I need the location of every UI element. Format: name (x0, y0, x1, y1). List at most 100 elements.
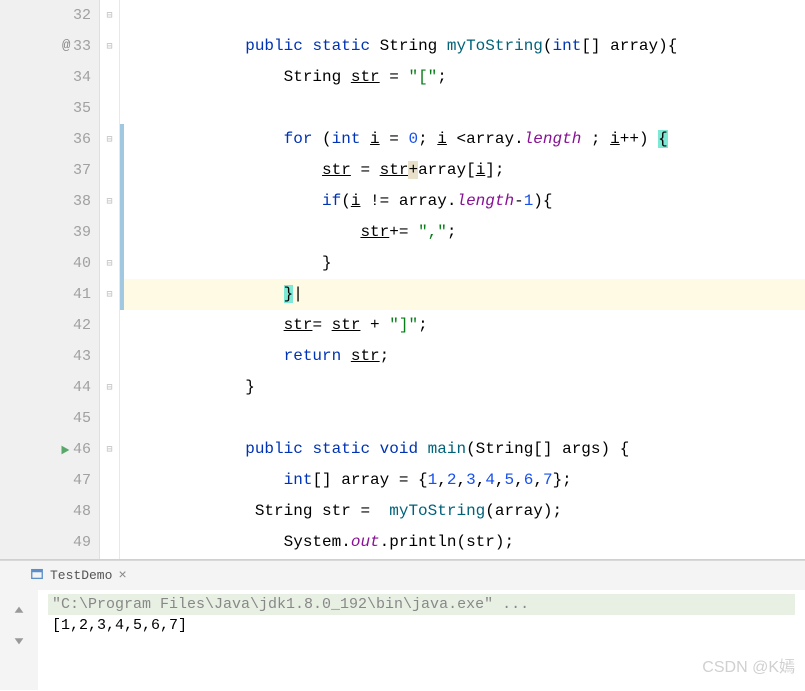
fold-handle[interactable]: ⊟ (100, 31, 119, 62)
code-token: main (428, 440, 466, 458)
code-line[interactable] (120, 403, 805, 434)
fold-handle[interactable] (100, 155, 119, 186)
line-number[interactable]: 49 (0, 527, 91, 558)
code-token: ; (380, 347, 390, 365)
code-token: public (245, 37, 312, 55)
line-number[interactable]: 40 (0, 248, 91, 279)
fold-column[interactable]: ⊟⊟⊟⊟⊟⊟⊟⊟ (100, 0, 120, 559)
fold-handle[interactable] (100, 62, 119, 93)
code-token: , (495, 471, 505, 489)
code-token: public (245, 440, 312, 458)
code-line[interactable]: String str = "["; (120, 62, 805, 93)
code-line[interactable]: str= str + "]"; (120, 310, 805, 341)
fold-handle[interactable] (100, 217, 119, 248)
code-token: 5 (505, 471, 515, 489)
fold-handle[interactable] (100, 527, 119, 558)
line-number[interactable]: 32 (0, 0, 91, 31)
fold-handle[interactable] (100, 341, 119, 372)
code-line[interactable]: public static void main(String[] args) { (120, 434, 805, 465)
line-number[interactable]: 37 (0, 155, 91, 186)
fold-handle[interactable]: ⊟ (100, 372, 119, 403)
watermark: CSDN @K嫣 (702, 653, 795, 677)
code-token: <array. (447, 130, 524, 148)
run-icon[interactable] (58, 434, 72, 465)
code-token: "]" (389, 316, 418, 334)
code-token: int (332, 130, 370, 148)
console-panel: "C:\Program Files\Java\jdk1.8.0_192\bin\… (0, 590, 805, 690)
code-token: "[" (408, 68, 437, 86)
code-line[interactable]: } (120, 248, 805, 279)
line-number[interactable]: 43 (0, 341, 91, 372)
code-line[interactable]: for (int i = 0; i <array.length ; i++) { (120, 124, 805, 155)
code-token: if (322, 192, 341, 210)
line-number[interactable]: 38 (0, 186, 91, 217)
change-marker (120, 124, 124, 155)
console-toolbar (0, 590, 38, 690)
code-token: ( (543, 37, 553, 55)
fold-handle[interactable] (100, 310, 119, 341)
fold-handle[interactable] (100, 496, 119, 527)
code-token: = (380, 68, 409, 86)
fold-handle[interactable] (100, 93, 119, 124)
change-marker (120, 279, 124, 310)
line-number[interactable]: 44 (0, 372, 91, 403)
fold-handle[interactable] (100, 465, 119, 496)
fold-handle[interactable]: ⊟ (100, 0, 119, 31)
code-line[interactable]: public static String myToString(int[] ar… (120, 31, 805, 62)
fold-handle[interactable]: ⊟ (100, 186, 119, 217)
arrow-down-icon[interactable] (12, 633, 26, 652)
line-number[interactable]: 47 (0, 465, 91, 496)
code-token: return (284, 347, 351, 365)
code-token: 7 (543, 471, 553, 489)
line-number-gutter[interactable]: 3233@34353637383940414243444546474849 (0, 0, 100, 559)
override-marker-icon[interactable]: @ (62, 31, 70, 62)
code-line[interactable]: str+= ","; (120, 217, 805, 248)
code-token: length (524, 130, 582, 148)
line-number[interactable]: 36 (0, 124, 91, 155)
code-line[interactable]: str = str+array[i]; (120, 155, 805, 186)
code-token: ( (341, 192, 351, 210)
code-line[interactable] (120, 93, 805, 124)
line-number[interactable]: 35 (0, 93, 91, 124)
code-token: , (476, 471, 486, 489)
line-number[interactable]: 39 (0, 217, 91, 248)
run-tab-testdemo[interactable]: TestDemo × (20, 563, 137, 589)
code-token: str (351, 347, 380, 365)
code-line[interactable]: return str; (120, 341, 805, 372)
code-line[interactable]: }| (120, 279, 805, 310)
code-line[interactable]: } (120, 372, 805, 403)
line-number[interactable]: 42 (0, 310, 91, 341)
line-number[interactable]: 46 (0, 434, 91, 465)
code-line[interactable]: System.out.println(str); (120, 527, 805, 558)
line-number[interactable]: 45 (0, 403, 91, 434)
code-token: ++) (620, 130, 658, 148)
console-output[interactable]: "C:\Program Files\Java\jdk1.8.0_192\bin\… (38, 590, 805, 690)
change-marker (120, 186, 124, 217)
line-number[interactable]: 48 (0, 496, 91, 527)
code-token: str (351, 68, 380, 86)
code-token: System. (284, 533, 351, 551)
line-number[interactable]: 41 (0, 279, 91, 310)
code-token: } (284, 285, 294, 303)
fold-handle[interactable]: ⊟ (100, 248, 119, 279)
code-area[interactable]: public static String myToString(int[] ar… (120, 0, 805, 559)
fold-handle[interactable] (100, 403, 119, 434)
code-line[interactable]: if(i != array.length-1){ (120, 186, 805, 217)
code-line[interactable]: int[] array = {1,2,3,4,5,6,7}; (120, 465, 805, 496)
code-token: , (437, 471, 447, 489)
fold-handle[interactable]: ⊟ (100, 434, 119, 465)
line-number[interactable]: 34 (0, 62, 91, 93)
close-icon[interactable]: × (118, 568, 126, 584)
code-token: String str = (245, 502, 389, 520)
code-token: static (312, 37, 379, 55)
line-number[interactable]: 33@ (0, 31, 91, 62)
code-token: [] array = { (312, 471, 427, 489)
fold-handle[interactable]: ⊟ (100, 279, 119, 310)
console-command-line: "C:\Program Files\Java\jdk1.8.0_192\bin\… (48, 594, 795, 615)
arrow-up-icon[interactable] (12, 604, 26, 623)
code-line[interactable] (120, 0, 805, 31)
code-token: i (351, 192, 361, 210)
run-tabs-bar: TestDemo × (0, 560, 805, 590)
code-line[interactable]: String str = myToString(array); (120, 496, 805, 527)
fold-handle[interactable]: ⊟ (100, 124, 119, 155)
